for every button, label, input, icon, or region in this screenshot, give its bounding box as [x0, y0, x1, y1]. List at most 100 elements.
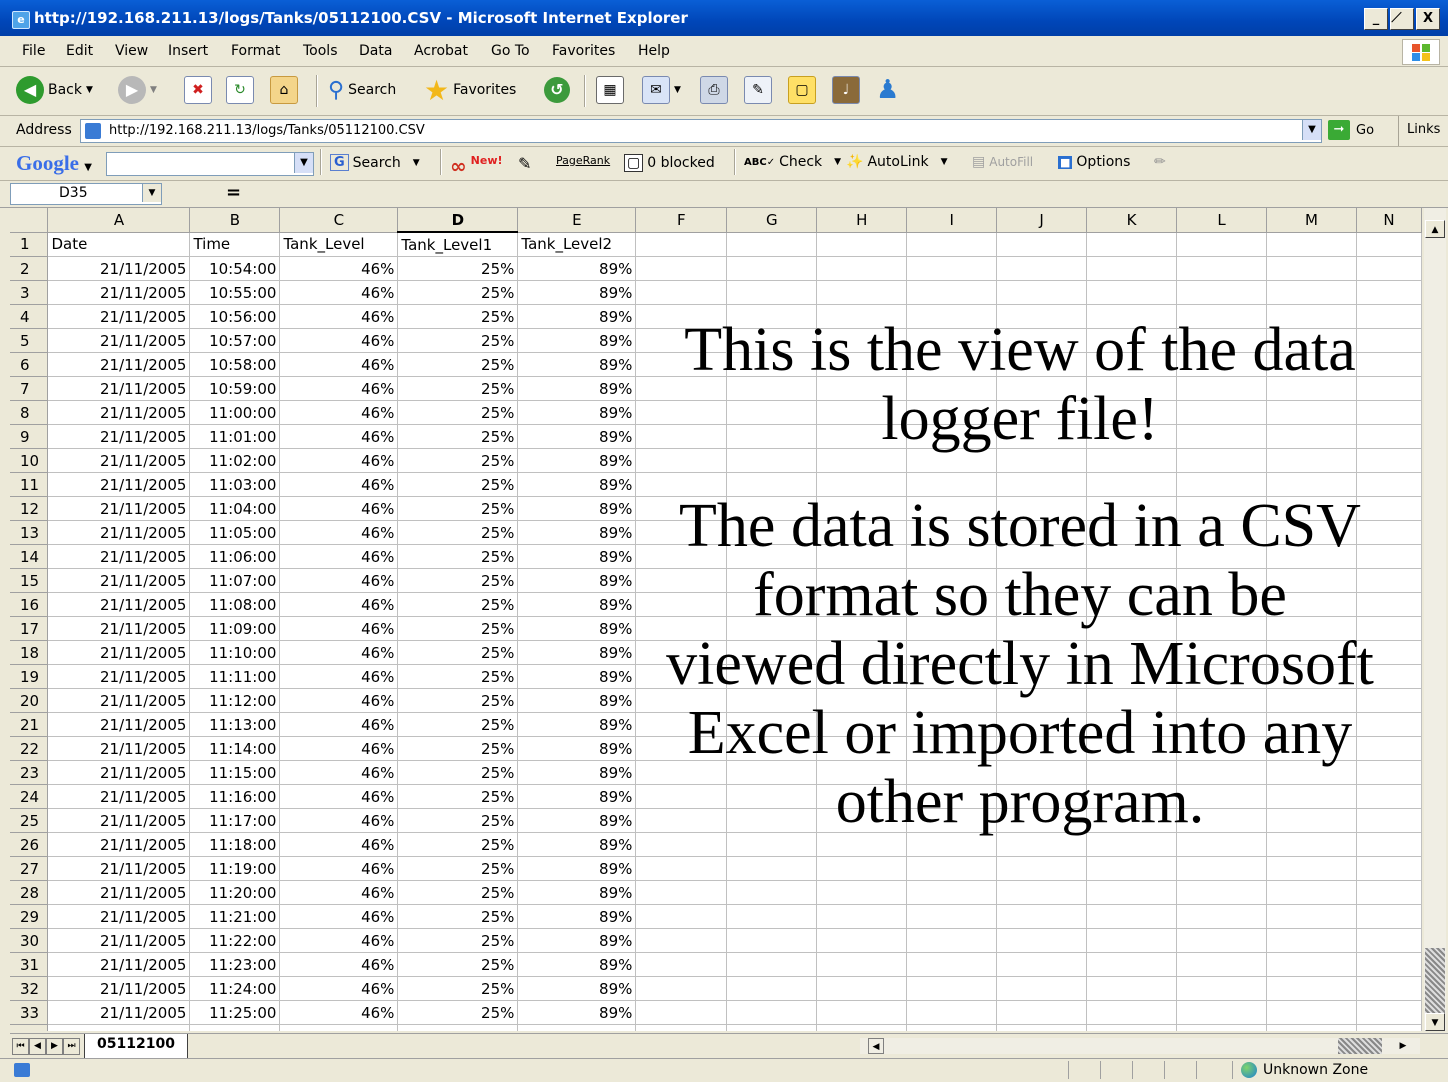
row-header[interactable]: 16 — [10, 592, 49, 617]
media-icon[interactable]: ♩ — [832, 76, 860, 104]
empty-cell[interactable] — [816, 904, 908, 929]
empty-cell[interactable] — [1356, 280, 1422, 305]
empty-cell[interactable] — [906, 256, 998, 281]
scroll-up-icon[interactable]: ▲ — [1425, 220, 1445, 238]
select-all-corner[interactable] — [10, 208, 49, 233]
data-cell[interactable]: 11:23:00 — [189, 952, 281, 977]
data-cell[interactable]: 89% — [517, 688, 637, 713]
prev-sheet-icon[interactable]: ◀ — [29, 1038, 46, 1055]
empty-cell[interactable] — [1086, 232, 1178, 257]
data-cell[interactable]: 89% — [517, 424, 637, 449]
data-cell[interactable]: 21/11/2005 — [47, 664, 191, 689]
research-icon[interactable]: ▦ — [596, 76, 624, 104]
empty-cell[interactable] — [635, 1000, 728, 1025]
data-cell[interactable]: 25% — [397, 664, 519, 689]
links-button[interactable]: Links — [1398, 116, 1440, 146]
data-cell[interactable]: 25% — [397, 592, 519, 617]
data-cell[interactable]: 10:59:00 — [189, 376, 281, 401]
data-cell[interactable]: 25% — [397, 496, 519, 521]
empty-cell[interactable] — [1086, 280, 1178, 305]
empty-cell[interactable] — [1176, 1000, 1267, 1025]
empty-cell[interactable] — [1356, 952, 1422, 977]
data-cell[interactable]: 89% — [517, 928, 637, 953]
data-cell[interactable]: 46% — [279, 568, 399, 593]
google-logo[interactable]: Google ▼ — [16, 151, 92, 176]
data-cell[interactable]: 10:54:00 — [189, 256, 281, 281]
data-cell[interactable]: 89% — [517, 760, 637, 785]
empty-cell[interactable] — [1266, 952, 1357, 977]
empty-cell[interactable] — [1086, 856, 1178, 881]
menu-tools[interactable]: Tools — [303, 43, 338, 59]
google-search-dropdown-icon[interactable]: ▼ — [294, 153, 313, 173]
empty-cell[interactable] — [635, 976, 728, 1001]
first-sheet-icon[interactable]: ⏮ — [12, 1038, 29, 1055]
data-cell[interactable]: 46% — [279, 856, 399, 881]
mail-dropdown-icon[interactable]: ▼ — [674, 85, 681, 95]
maximize-button[interactable]: ̸ — [1390, 8, 1414, 30]
data-cell[interactable]: 21/11/2005 — [47, 760, 191, 785]
empty-cell[interactable] — [816, 232, 908, 257]
data-cell[interactable]: 46% — [279, 616, 399, 641]
data-cell[interactable]: 25% — [397, 856, 519, 881]
vertical-scroll-thumb[interactable] — [1425, 948, 1445, 1022]
data-cell[interactable]: 11:15:00 — [189, 760, 281, 785]
empty-cell[interactable] — [1356, 1000, 1422, 1025]
data-cell[interactable]: 89% — [517, 448, 637, 473]
empty-cell[interactable] — [1086, 1024, 1178, 1031]
row-header[interactable]: 28 — [10, 880, 49, 905]
pagerank-indicator[interactable]: PageRank — [556, 154, 610, 167]
column-title-cell[interactable]: Tank_Level — [279, 232, 399, 257]
data-cell[interactable]: 89% — [517, 256, 637, 281]
row-header[interactable]: 30 — [10, 928, 49, 953]
last-sheet-icon[interactable]: ⏭ — [63, 1038, 80, 1055]
popup-blocker-new[interactable]: ∞ New! — [450, 154, 503, 179]
data-cell[interactable]: 89% — [517, 304, 637, 329]
pencil-icon[interactable]: ✏ — [1154, 154, 1166, 170]
data-cell[interactable]: 25% — [397, 640, 519, 665]
data-cell[interactable]: 21/11/2005 — [47, 736, 191, 761]
data-cell[interactable]: 89% — [517, 640, 637, 665]
empty-cell[interactable] — [1086, 904, 1178, 929]
data-cell[interactable]: 89% — [517, 496, 637, 521]
back-dropdown-icon[interactable]: ▼ — [86, 85, 93, 95]
data-cell[interactable]: 21/11/2005 — [47, 304, 191, 329]
empty-cell[interactable] — [726, 952, 818, 977]
data-cell[interactable]: 21/11/2005 — [47, 616, 191, 641]
data-cell[interactable]: 89% — [517, 856, 637, 881]
google-search-button[interactable]: G Search ▼ — [330, 154, 420, 171]
row-header[interactable]: 12 — [10, 496, 49, 521]
empty-cell[interactable] — [906, 880, 998, 905]
data-cell[interactable]: 21/11/2005 — [47, 544, 191, 569]
data-cell[interactable]: 46% — [279, 400, 399, 425]
data-cell[interactable]: 21/11/2005 — [47, 1024, 191, 1031]
data-cell[interactable]: 11:18:00 — [189, 832, 281, 857]
name-box[interactable]: D35 ▼ — [10, 183, 162, 205]
empty-cell[interactable] — [1266, 976, 1357, 1001]
empty-cell[interactable] — [816, 880, 908, 905]
empty-cell[interactable] — [726, 256, 818, 281]
row-header[interactable]: 25 — [10, 808, 49, 833]
sheet-tab[interactable]: 05112100 — [84, 1034, 188, 1059]
autolink-button[interactable]: ✨ AutoLink ▼ — [846, 154, 948, 170]
empty-cell[interactable] — [635, 1024, 728, 1031]
edit-icon[interactable]: ✎ — [744, 76, 772, 104]
data-cell[interactable]: 21/11/2005 — [47, 496, 191, 521]
row-header[interactable]: 9 — [10, 424, 49, 449]
data-cell[interactable]: 46% — [279, 688, 399, 713]
data-cell[interactable]: 21/11/2005 — [47, 784, 191, 809]
empty-cell[interactable] — [1176, 256, 1267, 281]
address-input[interactable]: http://192.168.211.13/logs/Tanks/0511210… — [80, 119, 1322, 143]
data-cell[interactable]: 89% — [517, 736, 637, 761]
data-cell[interactable]: 89% — [517, 832, 637, 857]
row-header[interactable]: 21 — [10, 712, 49, 737]
data-cell[interactable]: 21/11/2005 — [47, 520, 191, 545]
row-header[interactable]: 17 — [10, 616, 49, 641]
column-header-k[interactable]: K — [1086, 208, 1178, 233]
row-header[interactable]: 22 — [10, 736, 49, 761]
empty-cell[interactable] — [1266, 232, 1357, 257]
data-cell[interactable]: 46% — [279, 904, 399, 929]
data-cell[interactable]: 46% — [279, 832, 399, 857]
empty-cell[interactable] — [635, 232, 728, 257]
data-cell[interactable]: 89% — [517, 808, 637, 833]
data-cell[interactable]: 21/11/2005 — [47, 952, 191, 977]
